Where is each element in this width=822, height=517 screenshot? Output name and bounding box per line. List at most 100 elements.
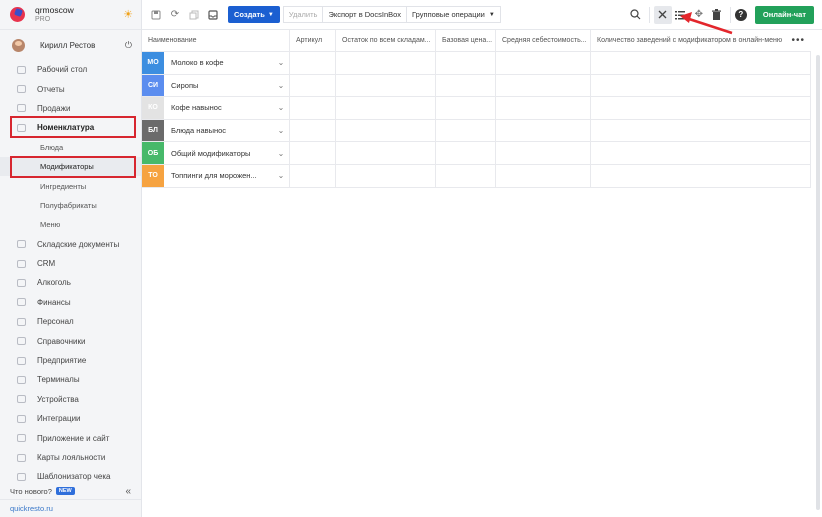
sidebar-item-warehouse[interactable]: Складские документы <box>0 235 141 254</box>
sidebar-nav: Рабочий стол Отчеты Продажи Номенклатура… <box>0 60 141 487</box>
sidebar-subitem-semifinished[interactable]: Полуфабрикаты <box>0 196 141 215</box>
sidebar-item-terminals[interactable]: Терминалы <box>0 370 141 389</box>
whats-new-link[interactable]: Что нового? NEW « <box>0 483 141 499</box>
group-badge: КО <box>142 97 164 119</box>
export-docsinbox-button[interactable]: Экспорт в DocsInBox <box>322 6 408 23</box>
save-icon[interactable] <box>147 6 165 24</box>
brand-logo <box>10 7 25 22</box>
chevron-down-icon[interactable]: ⌄ <box>273 149 289 158</box>
theme-sun-icon[interactable]: ☀ <box>123 8 133 21</box>
group-badge: БЛ <box>142 119 164 142</box>
sidebar-item-crm[interactable]: CRM <box>0 254 141 273</box>
loyalty-icon <box>17 453 26 462</box>
terminal-icon <box>17 375 26 384</box>
sidebar-subitem-dishes[interactable]: Блюда <box>0 138 141 157</box>
new-badge: NEW <box>55 487 75 495</box>
chevron-down-icon[interactable]: ⌄ <box>273 81 289 90</box>
sidebar-item-staff[interactable]: Персонал <box>0 312 141 331</box>
group-operations-dropdown[interactable]: Групповые операции ▼ <box>406 6 501 23</box>
sales-icon <box>17 104 26 113</box>
brand-name: qrmoscow <box>35 4 74 15</box>
dashboard-icon <box>17 65 26 74</box>
vertical-scrollbar[interactable] <box>816 55 820 510</box>
sidebar-item-loyalty[interactable]: Карты лояльности <box>0 448 141 467</box>
chevron-down-icon[interactable]: ⌄ <box>273 171 289 180</box>
sidebar-item-app[interactable]: Приложение и сайт <box>0 428 141 447</box>
toolbar-divider <box>648 6 650 23</box>
group-name: Сиропы <box>171 80 199 90</box>
table-row[interactable]: СИ Сиропы ⌄ <box>142 74 811 98</box>
brand-header[interactable]: qrmoscow PRO ☀ <box>0 0 141 30</box>
column-header-avg-cost[interactable]: Средняя себестоимость... <box>496 30 591 51</box>
search-icon[interactable] <box>627 6 645 24</box>
caret-down-icon: ▼ <box>267 11 274 18</box>
alcohol-icon <box>17 278 26 287</box>
table-row[interactable]: КО Кофе навынос ⌄ <box>142 97 811 120</box>
crm-icon <box>17 259 26 268</box>
site-link[interactable]: quickresto.ru <box>0 499 141 517</box>
directory-icon <box>17 337 26 346</box>
user-profile[interactable]: Кирилл Рестов ⏻ <box>0 30 141 60</box>
online-chat-button[interactable]: Онлайн-чат <box>754 5 814 24</box>
highlight-box <box>10 155 136 178</box>
table-header: Наименование Артикул Остаток по всем скл… <box>142 30 811 52</box>
sidebar-subitem-modifiers[interactable]: Модификаторы <box>0 155 141 178</box>
sidebar-subitem-menu[interactable]: Меню <box>0 215 141 234</box>
table-row[interactable]: ОБ Общий модификаторы ⌄ <box>142 142 811 165</box>
sidebar-item-devices[interactable]: Устройства <box>0 390 141 409</box>
logout-icon[interactable]: ⏻ <box>125 40 132 51</box>
group-name: Молоко в кофе <box>171 58 224 68</box>
group-name: Блюда навынос <box>171 126 227 136</box>
collapse-sidebar-icon[interactable]: « <box>125 486 131 497</box>
group-badge: МО <box>142 52 164 74</box>
group-name: Кофе навынос <box>171 103 222 113</box>
sidebar-item-enterprise[interactable]: Предприятие <box>0 351 141 370</box>
finance-icon <box>17 298 26 307</box>
sidebar: qrmoscow PRO ☀ Кирилл Рестов ⏻ Рабочий с… <box>0 0 142 517</box>
highlight-box <box>10 116 136 139</box>
group-badge: ТО <box>142 164 164 187</box>
column-header-name[interactable]: Наименование <box>142 30 290 51</box>
chevron-down-icon[interactable]: ⌄ <box>273 126 289 135</box>
delete-button[interactable]: Удалить <box>282 6 324 23</box>
column-header-base-price[interactable]: Базовая цена... <box>436 30 496 51</box>
user-name: Кирилл Рестов <box>40 40 96 50</box>
sidebar-item-finance[interactable]: Финансы <box>0 293 141 312</box>
sidebar-subitem-ingredients[interactable]: Ингредиенты <box>0 176 141 195</box>
receipt-icon <box>17 472 26 481</box>
refresh-icon[interactable]: ⟳ <box>166 6 184 24</box>
warehouse-icon <box>17 240 26 249</box>
sidebar-item-directory[interactable]: Справочники <box>0 331 141 350</box>
create-button[interactable]: Создать ▼ <box>228 6 280 23</box>
avatar <box>12 38 25 52</box>
inbox-icon[interactable] <box>204 6 222 24</box>
tools-icon[interactable] <box>653 5 672 24</box>
sidebar-item-nomenclature[interactable]: Номенклатура <box>0 116 141 139</box>
modifiers-table: Наименование Артикул Остаток по всем скл… <box>142 30 811 188</box>
enterprise-icon <box>17 356 26 365</box>
brand-plan: PRO <box>35 15 51 23</box>
column-header-online-menu-count[interactable]: Количество заведений с модификатором в о… <box>591 30 811 51</box>
sidebar-item-integrations[interactable]: Интеграции <box>0 409 141 428</box>
sidebar-item-alcohol[interactable]: Алкоголь <box>0 273 141 292</box>
caret-down-icon: ▼ <box>488 11 495 18</box>
devices-icon <box>17 395 26 404</box>
sidebar-item-reports[interactable]: Отчеты <box>0 79 141 98</box>
help-icon[interactable]: ? <box>734 8 747 21</box>
table-row[interactable]: БЛ Блюда навынос ⌄ <box>142 119 811 143</box>
group-name: Общий модификаторы <box>171 148 251 158</box>
group-badge: ОБ <box>142 142 164 164</box>
sidebar-item-dashboard[interactable]: Рабочий стол <box>0 60 141 79</box>
chevron-down-icon[interactable]: ⌄ <box>273 58 289 67</box>
more-options-icon[interactable]: ••• <box>791 35 805 46</box>
column-header-article[interactable]: Артикул <box>290 30 336 51</box>
table-row[interactable]: ТО Топпинги для морожен... ⌄ <box>142 164 811 188</box>
copy-icon[interactable] <box>185 6 203 24</box>
column-header-stock[interactable]: Остаток по всем складам... <box>336 30 436 51</box>
chevron-down-icon[interactable]: ⌄ <box>273 103 289 112</box>
table-row[interactable]: МО Молоко в кофе ⌄ <box>142 52 811 75</box>
app-icon <box>17 434 26 443</box>
reports-icon <box>17 85 26 94</box>
integrations-icon <box>17 414 26 423</box>
group-badge: СИ <box>142 74 164 97</box>
